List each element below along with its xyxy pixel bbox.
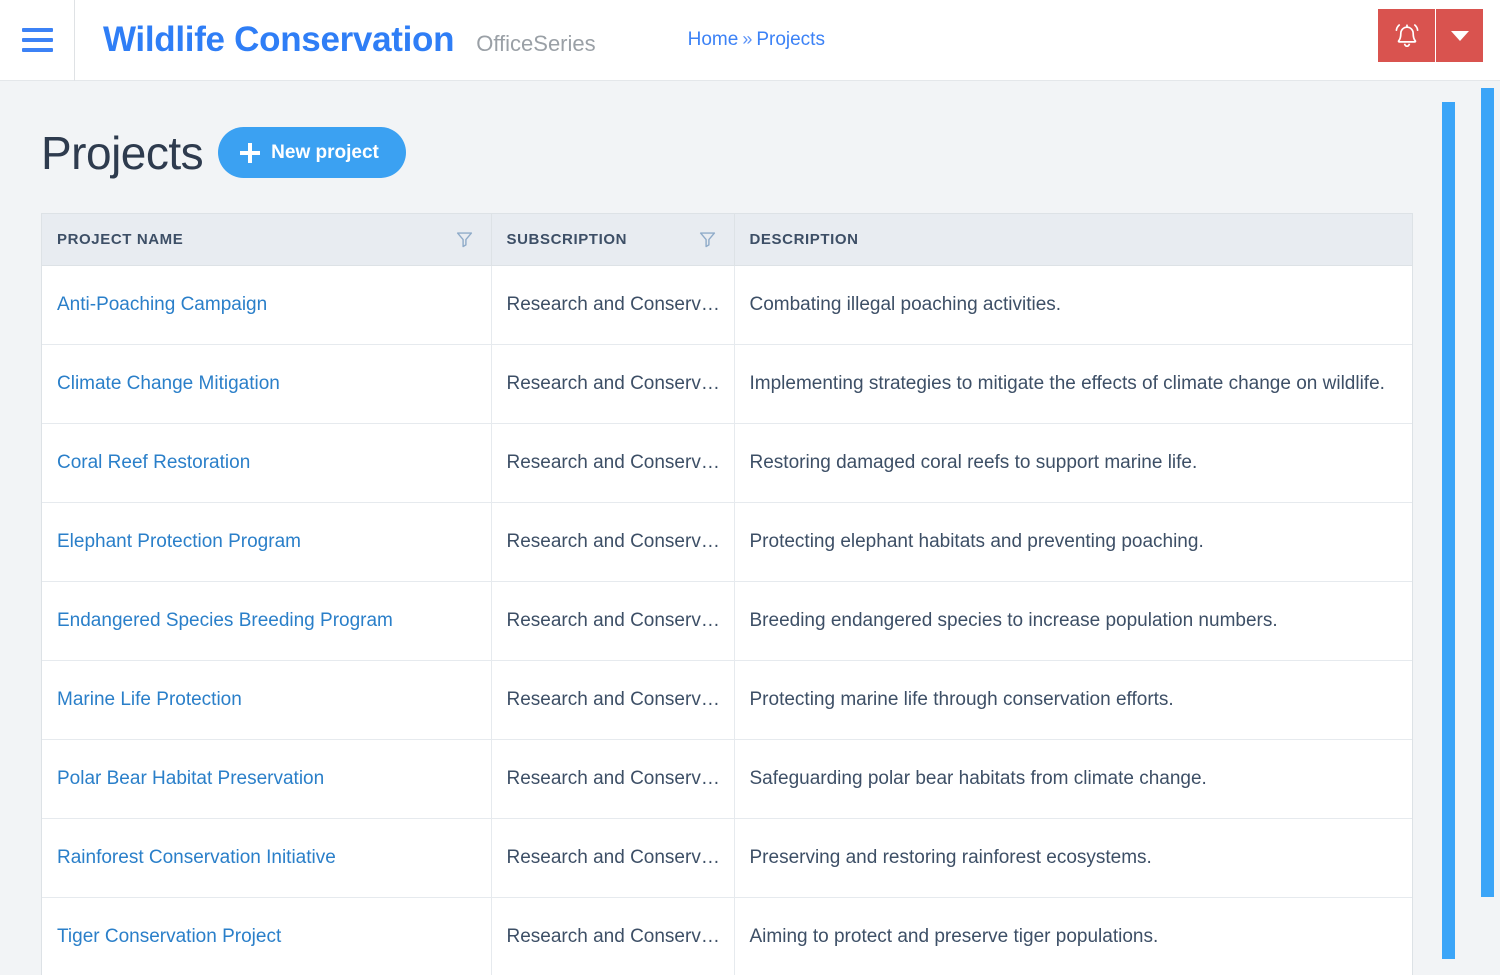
cell-project-name: Tiger Conservation Project — [42, 897, 492, 975]
column-header-subscription[interactable]: SUBSCRIPTION — [491, 214, 735, 266]
inner-scrollbar-thumb[interactable] — [1442, 102, 1455, 959]
user-menu-button[interactable] — [1436, 9, 1483, 62]
cell-subscription: Research and Conserv… — [491, 739, 735, 819]
project-name-link[interactable]: Endangered Species Breeding Program — [57, 610, 393, 631]
table-row[interactable]: Marine Life Protection Research and Conse… — [42, 660, 1412, 740]
brand-title[interactable]: Wildlife Conservation — [103, 20, 455, 60]
cell-subscription: Research and Conserv… — [491, 897, 735, 975]
projects-table-container: PROJECT NAME SUBSCRIPTION DESCRIPTION An… — [41, 213, 1413, 975]
project-name-link[interactable]: Rainforest Conservation Initiative — [57, 847, 336, 868]
table-body: Anti-Poaching Campaign Research and Conse… — [42, 265, 1412, 975]
table-row[interactable]: Coral Reef Restoration Research and Conse… — [42, 423, 1412, 503]
column-header-description-label: DESCRIPTION — [749, 230, 859, 248]
cell-project-name: Rainforest Conservation Initiative — [42, 818, 492, 898]
filter-funnel-icon[interactable] — [699, 231, 716, 248]
table-row[interactable]: Tiger Conservation Project Research and C… — [42, 897, 1412, 975]
cell-project-name: Coral Reef Restoration — [42, 423, 492, 503]
cell-project-name: Endangered Species Breeding Program — [42, 581, 492, 661]
project-name-link[interactable]: Anti-Poaching Campaign — [57, 294, 267, 315]
table-row[interactable]: Elephant Protection Program Research and … — [42, 502, 1412, 582]
hamburger-icon[interactable] — [21, 28, 53, 52]
bell-icon — [1395, 23, 1418, 47]
page-title: Projects — [41, 126, 204, 179]
breadcrumb-item-home[interactable]: Home — [688, 29, 739, 51]
cell-project-name: Climate Change Mitigation — [42, 344, 492, 424]
breadcrumb-item-projects[interactable]: Projects — [756, 29, 825, 51]
cell-subscription: Research and Conserv… — [491, 344, 735, 424]
cell-description: Protecting elephant habitats and prevent… — [734, 502, 1412, 582]
projects-table: PROJECT NAME SUBSCRIPTION DESCRIPTION An… — [42, 214, 1412, 975]
table-row[interactable]: Polar Bear Habitat Preservation Research … — [42, 739, 1412, 819]
brand: Wildlife Conservation OfficeSeries — [75, 20, 596, 60]
cell-description: Restoring damaged coral reefs to support… — [734, 423, 1412, 503]
new-project-button[interactable]: New project — [218, 127, 406, 178]
caret-down-icon — [1450, 30, 1469, 41]
cell-subscription: Research and Conserv… — [491, 502, 735, 582]
cell-description: Preserving and restoring rainforest ecos… — [734, 818, 1412, 898]
top-navbar: Wildlife Conservation OfficeSeries Home … — [0, 0, 1500, 81]
cell-description: Aiming to protect and preserve tiger pop… — [749, 925, 1159, 947]
cell-description: Breeding endangered species to increase … — [734, 581, 1412, 661]
menu-toggle-button[interactable] — [0, 0, 75, 81]
new-project-button-label: New project — [271, 141, 379, 163]
brand-subtitle: OfficeSeries — [476, 31, 596, 56]
table-row[interactable]: Anti-Poaching Campaign Research and Conse… — [42, 265, 1412, 345]
cell-subscription: Research and Conserv… — [491, 423, 735, 503]
cell-project-name: Elephant Protection Program — [42, 502, 492, 582]
page-header: Projects New project — [0, 81, 1500, 178]
cell-subscription: Research and Conserv… — [491, 818, 735, 898]
project-name-link[interactable]: Polar Bear Habitat Preservation — [57, 768, 324, 789]
column-header-project-name[interactable]: PROJECT NAME — [42, 214, 492, 266]
plus-icon — [240, 142, 261, 163]
page-scrollbar-thumb[interactable] — [1481, 88, 1494, 897]
table-row[interactable]: Endangered Species Breeding Program Resea… — [42, 581, 1412, 661]
project-name-link[interactable]: Coral Reef Restoration — [57, 452, 250, 473]
page-content: Projects New project PROJECT NAME SUBSCR… — [0, 81, 1500, 975]
cell-description: Implementing strategies to mitigate the … — [734, 344, 1412, 424]
cell-description: Safeguarding polar bear habitats from cl… — [734, 739, 1412, 819]
notifications-button[interactable] — [1378, 9, 1436, 62]
cell-subscription: Research and Conserv… — [491, 660, 735, 740]
project-name-link[interactable]: Tiger Conservation Project — [57, 926, 281, 947]
cell-project-name: Anti-Poaching Campaign — [42, 265, 492, 345]
cell-project-name: Marine Life Protection — [42, 660, 492, 740]
cell-subscription: Research and Conserv… — [491, 265, 735, 345]
cell-subscription: Research and Conserv… — [491, 581, 735, 661]
project-name-link[interactable]: Marine Life Protection — [57, 689, 242, 710]
cell-project-name: Polar Bear Habitat Preservation — [42, 739, 492, 819]
filter-funnel-icon[interactable] — [456, 231, 473, 248]
table-row[interactable]: Climate Change Mitigation Research and Co… — [42, 344, 1412, 424]
navbar-actions — [1378, 9, 1483, 62]
breadcrumb: Home » Projects — [688, 29, 825, 51]
table-row[interactable]: Rainforest Conservation Initiative Resear… — [42, 818, 1412, 898]
table-header: PROJECT NAME SUBSCRIPTION DESCRIPTION — [42, 214, 1412, 266]
project-name-link[interactable]: Elephant Protection Program — [57, 531, 301, 552]
column-header-project-name-label: PROJECT NAME — [57, 230, 184, 248]
project-name-link[interactable]: Climate Change Mitigation — [57, 373, 280, 394]
table-header-row: PROJECT NAME SUBSCRIPTION DESCRIPTION — [42, 214, 1412, 266]
column-header-subscription-label: SUBSCRIPTION — [506, 230, 628, 248]
breadcrumb-separator-icon: » — [742, 29, 753, 49]
cell-description: Protecting marine life through conservat… — [734, 660, 1412, 740]
column-header-description[interactable]: DESCRIPTION — [734, 214, 1412, 266]
cell-description: Combating illegal poaching activities. — [734, 265, 1412, 345]
